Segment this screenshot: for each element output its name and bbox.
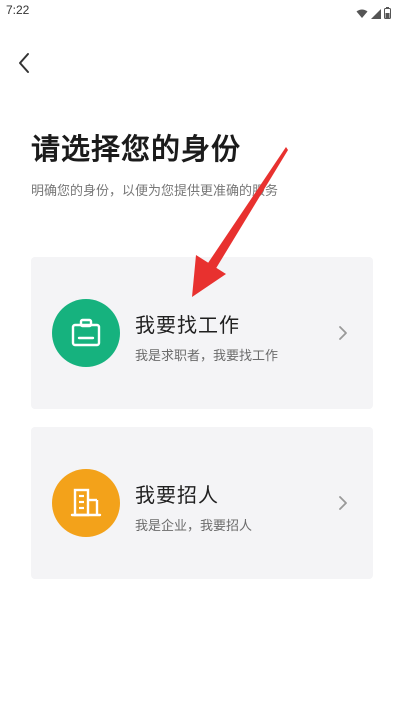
status-icons bbox=[356, 4, 391, 23]
page-title: 请选择您的身份 bbox=[31, 132, 242, 166]
chevron-right-icon bbox=[337, 325, 349, 341]
signal-icon bbox=[371, 4, 381, 23]
briefcase-icon bbox=[52, 299, 120, 367]
job-seeker-card[interactable]: 我要找工作 我是求职者，我要找工作 bbox=[31, 257, 373, 409]
chevron-right-icon bbox=[337, 495, 349, 511]
employer-title: 我要招人 bbox=[135, 483, 219, 507]
job-seeker-description: 我是求职者，我要找工作 bbox=[135, 349, 279, 364]
building-icon bbox=[52, 469, 120, 537]
job-seeker-title: 我要找工作 bbox=[135, 313, 240, 337]
status-bar: 7:22 bbox=[0, 0, 403, 22]
chevron-left-icon bbox=[17, 52, 31, 78]
wifi-icon bbox=[356, 4, 368, 23]
back-button[interactable] bbox=[10, 50, 38, 80]
battery-icon bbox=[384, 4, 391, 23]
employer-description: 我是企业，我要招人 bbox=[135, 519, 253, 534]
status-time: 7:22 bbox=[6, 3, 30, 17]
page-subtitle: 明确您的身份，以便为您提供更准确的服务 bbox=[31, 184, 279, 199]
employer-card[interactable]: 我要招人 我是企业，我要招人 bbox=[31, 427, 373, 579]
